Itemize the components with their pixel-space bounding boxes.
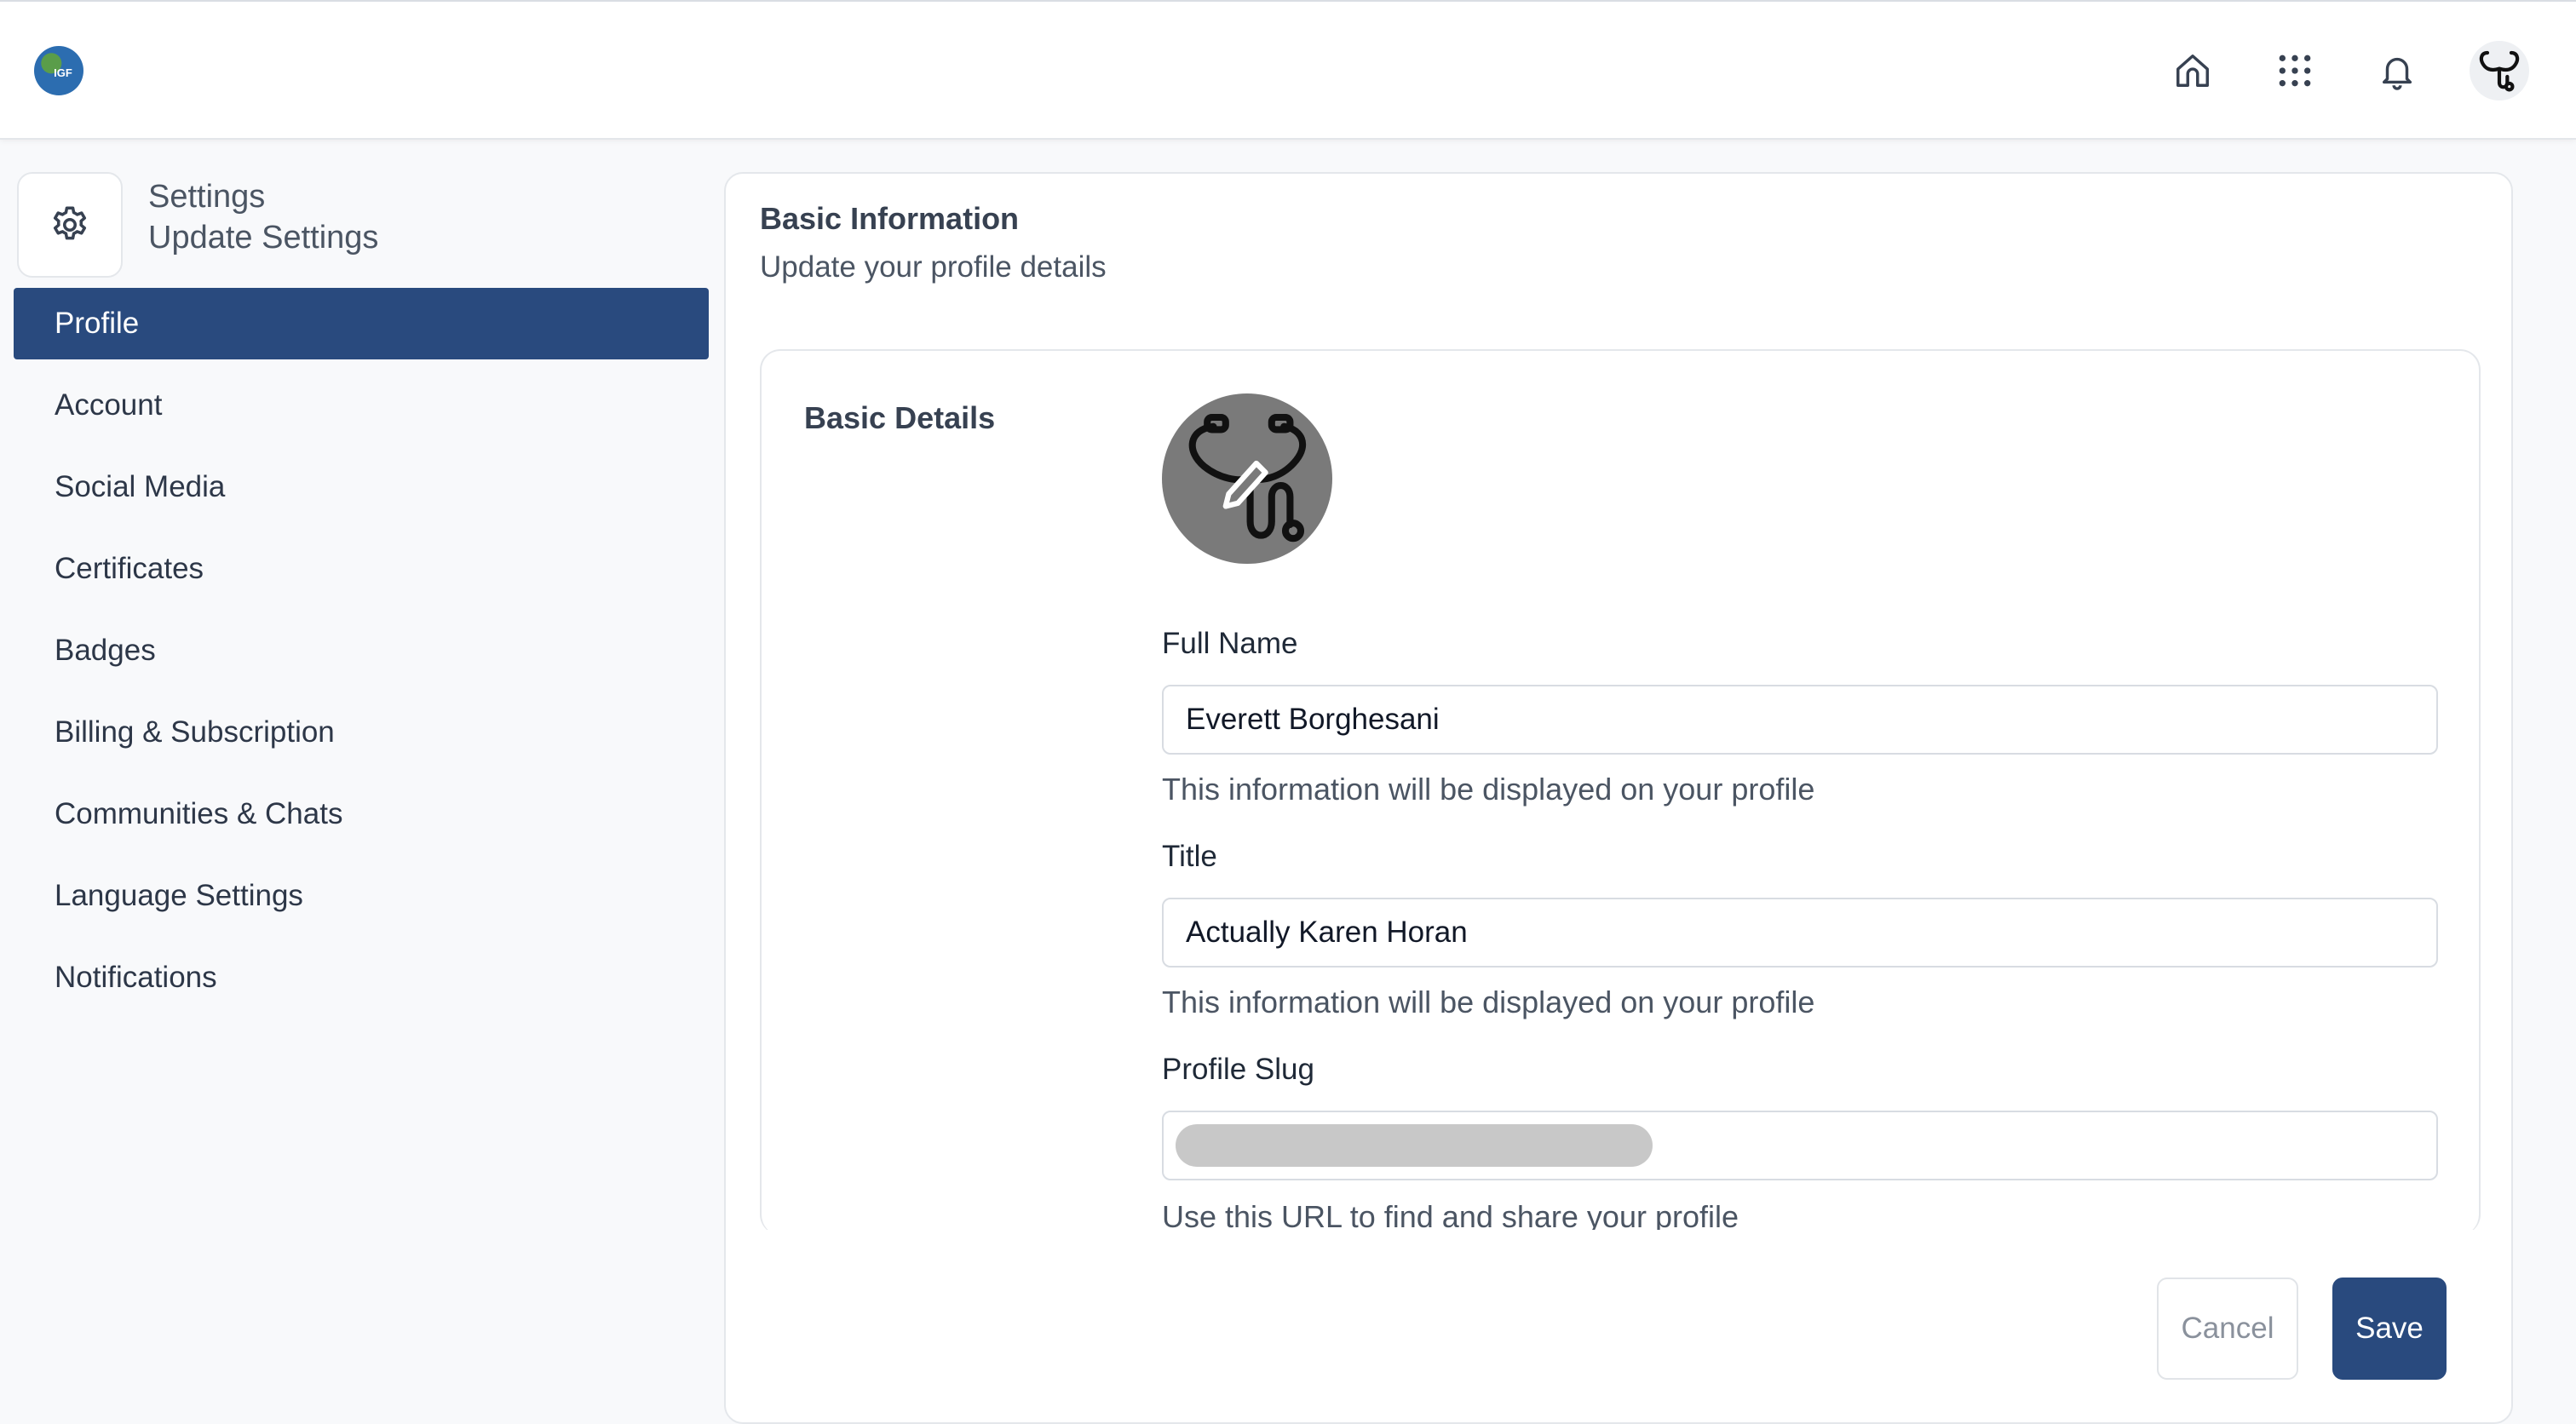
settings-nav: Profile Account Social Media Certificate… — [14, 288, 709, 1024]
sidebar-item-account[interactable]: Account — [14, 370, 709, 441]
app-logo[interactable]: IGF — [34, 46, 83, 95]
sidebar: Settings Update Settings Profile Account… — [0, 141, 724, 1410]
profile-slug-label: Profile Slug — [1162, 1053, 1314, 1086]
gear-icon — [53, 206, 87, 240]
title-help: This information will be displayed on yo… — [1162, 985, 1815, 1019]
scroll-fade — [760, 1230, 2481, 1247]
settings-subtitle: Update Settings — [148, 220, 379, 256]
title-value: Actually Karen Horan — [1186, 916, 1468, 949]
stethoscope-icon — [2479, 50, 2520, 92]
home-icon[interactable] — [2163, 41, 2222, 100]
basic-details-card: Basic Details Full Name Everett Borghesa… — [760, 349, 2481, 1235]
sidebar-item-profile[interactable]: Profile — [14, 288, 709, 359]
sidebar-item-language[interactable]: Language Settings — [14, 860, 709, 932]
sidebar-item-badges[interactable]: Badges — [14, 615, 709, 686]
full-name-input[interactable]: Everett Borghesani — [1162, 685, 2438, 755]
page-subtitle: Update your profile details — [760, 250, 1107, 284]
profile-photo[interactable] — [1162, 393, 1332, 564]
stethoscope-edit-icon — [1188, 413, 1307, 543]
apps-grid-icon[interactable] — [2265, 41, 2325, 100]
user-avatar[interactable] — [2470, 41, 2529, 100]
full-name-label: Full Name — [1162, 627, 1298, 660]
cancel-button[interactable]: Cancel — [2157, 1278, 2298, 1380]
slug-redacted-value — [1176, 1124, 1653, 1167]
title-label: Title — [1162, 840, 1217, 873]
section-title: Basic Details — [804, 400, 996, 435]
main-panel: Basic Information Update your profile de… — [724, 172, 2513, 1424]
full-name-value: Everett Borghesani — [1186, 703, 1440, 736]
settings-title: Settings — [148, 179, 266, 215]
settings-icon-card — [17, 172, 123, 278]
top-bar: IGF — [0, 0, 2576, 140]
profile-slug-input[interactable] — [1162, 1111, 2438, 1180]
sidebar-item-billing[interactable]: Billing & Subscription — [14, 697, 709, 768]
sidebar-item-communities[interactable]: Communities & Chats — [14, 778, 709, 850]
page-title: Basic Information — [760, 201, 1020, 236]
sidebar-item-certificates[interactable]: Certificates — [14, 533, 709, 605]
title-input[interactable]: Actually Karen Horan — [1162, 898, 2438, 968]
bell-icon[interactable] — [2367, 41, 2427, 100]
logo-text: IGF — [54, 66, 72, 79]
full-name-help: This information will be displayed on yo… — [1162, 772, 1815, 807]
save-button[interactable]: Save — [2332, 1278, 2447, 1380]
sidebar-item-social-media[interactable]: Social Media — [14, 451, 709, 523]
sidebar-item-notifications[interactable]: Notifications — [14, 942, 709, 1013]
